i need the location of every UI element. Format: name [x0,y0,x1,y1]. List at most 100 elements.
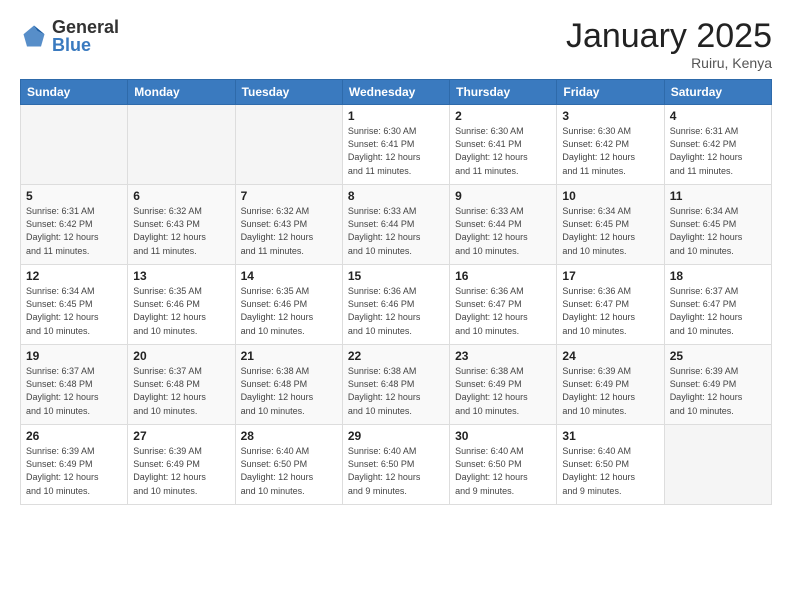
page: General Blue January 2025 Ruiru, Kenya S… [0,0,792,612]
day-number: 5 [26,189,122,203]
day-cell: 6 Sunrise: 6:32 AM Sunset: 6:43 PM Daylig… [128,185,235,265]
week-row-2: 5 Sunrise: 6:31 AM Sunset: 6:42 PM Daylig… [21,185,772,265]
day-number: 8 [348,189,444,203]
day-info: Sunrise: 6:40 AM Sunset: 6:50 PM Dayligh… [562,445,658,497]
day-cell: 22 Sunrise: 6:38 AM Sunset: 6:48 PM Dayli… [342,345,449,425]
day-cell: 24 Sunrise: 6:39 AM Sunset: 6:49 PM Dayli… [557,345,664,425]
day-info: Sunrise: 6:36 AM Sunset: 6:46 PM Dayligh… [348,285,444,337]
day-info: Sunrise: 6:38 AM Sunset: 6:49 PM Dayligh… [455,365,551,417]
day-number: 7 [241,189,337,203]
week-row-4: 19Sunrise: 6:37 AM Sunset: 6:48 PM Dayli… [21,345,772,425]
day-number: 9 [455,189,551,203]
weekday-header-wednesday: Wednesday [342,80,449,105]
weekday-header-friday: Friday [557,80,664,105]
day-number: 25 [670,349,766,363]
day-number: 13 [133,269,229,283]
day-cell: 13 Sunrise: 6:35 AM Sunset: 6:46 PM Dayli… [128,265,235,345]
day-cell: 7 Sunrise: 6:32 AM Sunset: 6:43 PM Daylig… [235,185,342,265]
day-cell: 29Sunrise: 6:40 AM Sunset: 6:50 PM Dayli… [342,425,449,505]
day-info: Sunrise: 6:30 AM Sunset: 6:41 PM Dayligh… [348,125,444,177]
calendar-table: SundayMondayTuesdayWednesdayThursdayFrid… [20,79,772,505]
day-info: Sunrise: 6:39 AM Sunset: 6:49 PM Dayligh… [133,445,229,497]
day-info: Sunrise: 6:33 AM Sunset: 6:44 PM Dayligh… [455,205,551,257]
day-cell [235,105,342,185]
day-cell [128,105,235,185]
day-info: Sunrise: 6:32 AM Sunset: 6:43 PM Dayligh… [241,205,337,257]
day-info: Sunrise: 6:32 AM Sunset: 6:43 PM Dayligh… [133,205,229,257]
day-number: 24 [562,349,658,363]
day-info: Sunrise: 6:36 AM Sunset: 6:47 PM Dayligh… [455,285,551,337]
weekday-header-tuesday: Tuesday [235,80,342,105]
day-number: 3 [562,109,658,123]
day-cell: 3 Sunrise: 6:30 AM Sunset: 6:42 PM Daylig… [557,105,664,185]
day-info: Sunrise: 6:34 AM Sunset: 6:45 PM Dayligh… [562,205,658,257]
calendar-title: January 2025 [566,18,772,55]
calendar-subtitle: Ruiru, Kenya [566,55,772,71]
day-cell: 25Sunrise: 6:39 AM Sunset: 6:49 PM Dayli… [664,345,771,425]
weekday-header-sunday: Sunday [21,80,128,105]
day-cell: 1 Sunrise: 6:30 AM Sunset: 6:41 PM Daylig… [342,105,449,185]
week-row-1: 1 Sunrise: 6:30 AM Sunset: 6:41 PM Daylig… [21,105,772,185]
day-cell: 12 Sunrise: 6:34 AM Sunset: 6:45 PM Dayli… [21,265,128,345]
day-cell: 28Sunrise: 6:40 AM Sunset: 6:50 PM Dayli… [235,425,342,505]
day-number: 15 [348,269,444,283]
day-info: Sunrise: 6:35 AM Sunset: 6:46 PM Dayligh… [133,285,229,337]
day-info: Sunrise: 6:34 AM Sunset: 6:45 PM Dayligh… [26,285,122,337]
day-cell: 4 Sunrise: 6:31 AM Sunset: 6:42 PM Daylig… [664,105,771,185]
day-info: Sunrise: 6:34 AM Sunset: 6:45 PM Dayligh… [670,205,766,257]
day-cell [664,425,771,505]
day-cell: 5 Sunrise: 6:31 AM Sunset: 6:42 PM Daylig… [21,185,128,265]
day-info: Sunrise: 6:40 AM Sunset: 6:50 PM Dayligh… [348,445,444,497]
weekday-header-saturday: Saturday [664,80,771,105]
day-info: Sunrise: 6:33 AM Sunset: 6:44 PM Dayligh… [348,205,444,257]
day-info: Sunrise: 6:31 AM Sunset: 6:42 PM Dayligh… [26,205,122,257]
header: General Blue January 2025 Ruiru, Kenya [20,18,772,71]
day-cell: 11Sunrise: 6:34 AM Sunset: 6:45 PM Dayli… [664,185,771,265]
day-cell: 9 Sunrise: 6:33 AM Sunset: 6:44 PM Daylig… [450,185,557,265]
day-number: 27 [133,429,229,443]
day-info: Sunrise: 6:31 AM Sunset: 6:42 PM Dayligh… [670,125,766,177]
day-number: 23 [455,349,551,363]
day-cell [21,105,128,185]
day-cell: 23 Sunrise: 6:38 AM Sunset: 6:49 PM Dayli… [450,345,557,425]
day-number: 31 [562,429,658,443]
day-cell: 18 Sunrise: 6:37 AM Sunset: 6:47 PM Dayli… [664,265,771,345]
day-number: 22 [348,349,444,363]
day-info: Sunrise: 6:30 AM Sunset: 6:42 PM Dayligh… [562,125,658,177]
day-number: 19 [26,349,122,363]
day-number: 6 [133,189,229,203]
day-cell: 21Sunrise: 6:38 AM Sunset: 6:48 PM Dayli… [235,345,342,425]
day-info: Sunrise: 6:30 AM Sunset: 6:41 PM Dayligh… [455,125,551,177]
day-number: 28 [241,429,337,443]
day-info: Sunrise: 6:37 AM Sunset: 6:47 PM Dayligh… [670,285,766,337]
logo-icon [20,22,48,50]
day-cell: 17 Sunrise: 6:36 AM Sunset: 6:47 PM Dayli… [557,265,664,345]
day-number: 1 [348,109,444,123]
day-number: 18 [670,269,766,283]
logo: General Blue [20,18,119,54]
weekday-header-thursday: Thursday [450,80,557,105]
day-info: Sunrise: 6:35 AM Sunset: 6:46 PM Dayligh… [241,285,337,337]
day-info: Sunrise: 6:39 AM Sunset: 6:49 PM Dayligh… [26,445,122,497]
day-info: Sunrise: 6:38 AM Sunset: 6:48 PM Dayligh… [241,365,337,417]
day-number: 16 [455,269,551,283]
day-number: 12 [26,269,122,283]
day-info: Sunrise: 6:38 AM Sunset: 6:48 PM Dayligh… [348,365,444,417]
weekday-header-row: SundayMondayTuesdayWednesdayThursdayFrid… [21,80,772,105]
day-number: 17 [562,269,658,283]
day-number: 26 [26,429,122,443]
day-info: Sunrise: 6:36 AM Sunset: 6:47 PM Dayligh… [562,285,658,337]
day-number: 20 [133,349,229,363]
day-cell: 20Sunrise: 6:37 AM Sunset: 6:48 PM Dayli… [128,345,235,425]
day-info: Sunrise: 6:39 AM Sunset: 6:49 PM Dayligh… [562,365,658,417]
day-cell: 26 Sunrise: 6:39 AM Sunset: 6:49 PM Dayli… [21,425,128,505]
day-cell: 2Sunrise: 6:30 AM Sunset: 6:41 PM Daylig… [450,105,557,185]
day-cell: 14Sunrise: 6:35 AM Sunset: 6:46 PM Dayli… [235,265,342,345]
day-number: 30 [455,429,551,443]
day-cell: 10Sunrise: 6:34 AM Sunset: 6:45 PM Dayli… [557,185,664,265]
day-cell: 30Sunrise: 6:40 AM Sunset: 6:50 PM Dayli… [450,425,557,505]
day-cell: 16 Sunrise: 6:36 AM Sunset: 6:47 PM Dayli… [450,265,557,345]
day-cell: 15 Sunrise: 6:36 AM Sunset: 6:46 PM Dayli… [342,265,449,345]
logo-blue-text: Blue [52,36,119,54]
day-number: 4 [670,109,766,123]
